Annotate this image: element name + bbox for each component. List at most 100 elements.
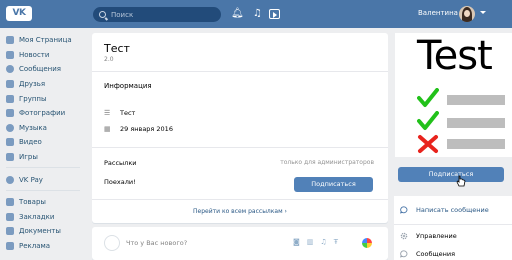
all-mailings-label: Перейти ко всем рассылкам xyxy=(193,208,283,215)
sidebar-item-label: Игры xyxy=(19,153,38,162)
messages-icon xyxy=(6,65,14,74)
cover-title: Test xyxy=(417,33,493,79)
sidebar-item-documents[interactable]: Документы xyxy=(6,224,86,239)
bell-icon[interactable]: 🔔︎ xyxy=(231,8,244,20)
sidebar-item-friends[interactable]: Друзья xyxy=(6,77,86,92)
sidebar-divider xyxy=(6,189,80,191)
subscribe-button[interactable]: Подписаться xyxy=(398,167,504,182)
username[interactable]: Валентина xyxy=(418,9,458,17)
write-message-link[interactable]: Написать сообщение xyxy=(400,206,489,214)
gear-icon xyxy=(400,232,408,240)
chevron-down-icon[interactable] xyxy=(480,11,486,14)
placeholder-bar xyxy=(447,139,505,149)
sidebar-item-label: Закладки xyxy=(19,212,55,221)
news-icon xyxy=(6,50,14,59)
messages-link[interactable]: Сообщения xyxy=(400,250,455,258)
vk-logo-mark: VK xyxy=(6,5,32,21)
info-description: Тест xyxy=(120,109,136,117)
check-icon xyxy=(417,88,439,107)
sidebar-item-label: VK Pay xyxy=(19,175,43,184)
home-icon xyxy=(6,36,14,45)
sidebar-item-vkpay[interactable]: VK Pay xyxy=(6,172,86,187)
games-icon xyxy=(6,153,14,162)
photos-icon xyxy=(6,109,14,118)
sidebar-item-my-page[interactable]: Моя Страница xyxy=(6,33,86,48)
write-message-label: Написать сообщение xyxy=(416,206,489,214)
vk-logo[interactable]: VK xyxy=(6,5,32,21)
group-cover-image: Test xyxy=(395,33,512,157)
avatar[interactable] xyxy=(459,6,475,22)
goods-icon xyxy=(6,198,14,207)
placeholder-bar xyxy=(447,118,505,128)
post-input[interactable]: Что у Вас нового? xyxy=(126,239,187,247)
sidebar-item-label: Реклама xyxy=(19,242,51,251)
info-description-row: ☰ Тест xyxy=(104,109,135,117)
info-heading: Информация xyxy=(104,82,152,90)
sidebar-item-label: Друзья xyxy=(19,80,46,89)
divider xyxy=(92,199,388,200)
mailing-heading: Рассылки xyxy=(104,159,137,167)
divider xyxy=(92,71,388,72)
video-icon[interactable]: ▥ xyxy=(307,238,314,246)
sidebar-item-ads[interactable]: Реклама xyxy=(6,239,86,254)
sidebar-item-label: Моя Страница xyxy=(19,36,72,45)
all-mailings-link[interactable]: Перейти ко всем рассылкам › xyxy=(92,208,388,215)
sidebar-item-goods[interactable]: Товары xyxy=(6,195,86,210)
sidebar-item-messages[interactable]: Сообщения xyxy=(6,62,86,77)
sidebar-item-photos[interactable]: Фотографии xyxy=(6,106,86,121)
play-icon[interactable] xyxy=(269,9,280,19)
camera-icon[interactable]: ◙ xyxy=(293,238,300,246)
sidebar-item-label: Видео xyxy=(19,138,42,147)
music-icon[interactable]: ♫ xyxy=(320,238,326,246)
mailing-admin-note: только для администраторов xyxy=(280,159,374,166)
sidebar-item-label: Документы xyxy=(19,227,61,236)
music-icon xyxy=(6,123,14,132)
placeholder-bar xyxy=(447,95,505,105)
composer-avatar xyxy=(104,235,120,251)
group-actions-panel: Написать сообщение Управление Сообщения xyxy=(394,196,512,260)
sidebar-item-video[interactable]: Видео xyxy=(6,135,86,150)
page-title: Тест xyxy=(104,42,130,55)
ads-icon xyxy=(6,242,14,251)
description-icon: ☰ xyxy=(104,108,111,117)
groups-icon xyxy=(6,94,14,103)
divider xyxy=(92,147,388,148)
messages-icon xyxy=(400,250,408,258)
sidebar-item-label: Сообщения xyxy=(19,65,62,74)
hand-cursor-icon xyxy=(456,175,466,187)
manage-link[interactable]: Управление xyxy=(400,232,457,240)
calendar-icon: ▦ xyxy=(104,124,111,133)
cross-icon xyxy=(418,135,438,153)
music-note-icon[interactable]: ♫ xyxy=(253,8,262,20)
check-icon xyxy=(417,111,439,130)
sidebar-item-label: Музыка xyxy=(19,123,47,132)
top-header: VK Поиск 🔔︎ ♫ Валентина xyxy=(0,0,512,28)
search-icon xyxy=(99,11,106,18)
sidebar-item-groups[interactable]: Группы xyxy=(6,91,86,106)
bookmarks-icon xyxy=(6,212,14,221)
post-attachments: ◙ ▥ ♫ Ŧ xyxy=(293,238,338,246)
sidebar-item-label: Фотографии xyxy=(19,109,66,118)
message-bubble-icon xyxy=(400,206,408,214)
group-status: 2.0 xyxy=(104,56,114,63)
sidebar-item-label: Группы xyxy=(19,94,47,103)
color-palette-icon[interactable] xyxy=(362,238,372,248)
search-box[interactable]: Поиск xyxy=(93,7,221,22)
messages-label: Сообщения xyxy=(416,250,456,258)
sidebar-item-news[interactable]: Новости xyxy=(6,48,86,63)
vkpay-icon xyxy=(6,175,14,184)
info-date-row: ▦ 29 января 2016 xyxy=(104,125,173,133)
search-input[interactable]: Поиск xyxy=(111,11,133,19)
text-icon[interactable]: Ŧ xyxy=(334,238,338,246)
sidebar-item-games[interactable]: Игры xyxy=(6,150,86,165)
sidebar-item-music[interactable]: Музыка xyxy=(6,121,86,136)
sidebar: Моя Страница Новости Сообщения Друзья Гр… xyxy=(6,33,86,253)
post-composer: Что у Вас нового? ◙ ▥ ♫ Ŧ xyxy=(92,227,388,260)
mailing-subscribe-button[interactable]: Подписаться xyxy=(294,177,373,192)
sidebar-divider xyxy=(6,167,80,169)
manage-label: Управление xyxy=(416,232,457,240)
divider xyxy=(394,224,512,225)
info-date: 29 января 2016 xyxy=(120,125,173,133)
mailing-name: Поехали! xyxy=(104,178,136,186)
sidebar-item-bookmarks[interactable]: Закладки xyxy=(6,210,86,225)
